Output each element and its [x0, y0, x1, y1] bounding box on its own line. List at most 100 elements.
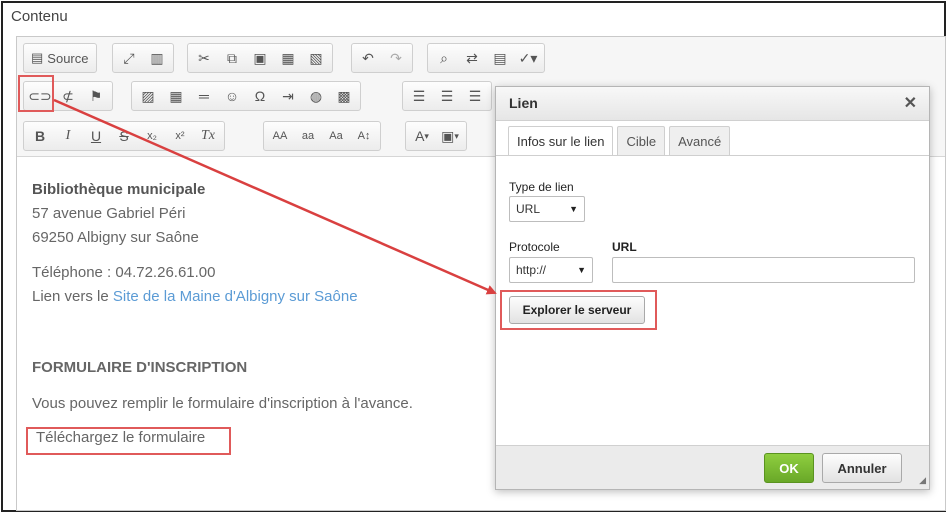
close-icon[interactable]: ✕	[904, 93, 917, 113]
strike-button[interactable]: S	[111, 124, 137, 148]
redo-button[interactable]: ↷	[383, 46, 409, 70]
protocol-label: Protocole	[509, 240, 560, 254]
align-left-button[interactable]: ☰	[406, 84, 432, 108]
align-right-button[interactable]: ☰	[462, 84, 488, 108]
paste-icon: ▣	[253, 49, 267, 66]
chevron-down-icon: ▼	[569, 204, 578, 214]
text-color-caret-icon: ▾	[424, 130, 429, 141]
spellcheck-button[interactable]: ✓▾	[515, 46, 541, 70]
page-break-button[interactable]: ⇥	[275, 84, 301, 108]
section-label: Contenu	[11, 8, 68, 25]
align-left-icon: ☰	[412, 87, 426, 104]
tab-target[interactable]: Cible	[617, 126, 666, 156]
chevron-down-icon: ▼	[577, 265, 586, 275]
paste-button[interactable]: ▣	[247, 46, 273, 70]
superscript-button[interactable]: x²	[167, 124, 193, 148]
form-heading: FORMULAIRE D'INSCRIPTION	[32, 359, 248, 376]
iframe-button[interactable]: ◍	[303, 84, 329, 108]
replace-icon: ⇄	[466, 49, 478, 66]
toolbar-group-colors: A ▾ ▣ ▾	[405, 121, 467, 151]
protocol-select[interactable]: http:// ▼	[509, 257, 593, 283]
capitalize-button[interactable]: Aa	[323, 124, 349, 148]
maximize-button[interactable]: ⤢	[116, 46, 142, 70]
editor-content[interactable]: Bibliothèque municipale 57 avenue Gabrie…	[32, 178, 413, 450]
dialog-tabs: Infos sur le lien Cible Avancé	[508, 126, 731, 156]
select-all-icon: ▤	[493, 49, 507, 66]
source-icon: ▤	[31, 50, 44, 65]
find-icon: ⌕	[440, 49, 448, 66]
tab-advanced[interactable]: Avancé	[669, 126, 731, 156]
undo-icon: ↶	[362, 49, 374, 66]
image-button[interactable]: ▨	[135, 84, 161, 108]
tab-link-info[interactable]: Infos sur le lien	[508, 126, 614, 156]
horizontal-rule-button[interactable]: ═	[191, 84, 217, 108]
undo-button[interactable]: ↶	[355, 46, 381, 70]
paste-word-icon: ▧	[309, 49, 323, 66]
toolbar-group-tools: ⤢ ▥	[112, 43, 174, 73]
bg-color-button[interactable]: ▣ ▾	[437, 124, 463, 148]
align-center-button[interactable]: ☰	[434, 84, 460, 108]
paste-text-button[interactable]: ▦	[275, 46, 301, 70]
toolbar-group-document: ▤ Source	[23, 43, 97, 73]
flash-button[interactable]: ▩	[331, 84, 357, 108]
lowercase-icon: aa	[301, 130, 315, 142]
anchor-icon: ⚑	[89, 87, 103, 104]
uppercase-button[interactable]: AA	[267, 124, 293, 148]
toolbar-group-editing: ⌕ ⇄ ▤ ✓▾	[427, 43, 545, 73]
link-line: Lien vers le Site de la Maine d'Albigny …	[32, 285, 413, 309]
cut-button[interactable]: ✂	[191, 46, 217, 70]
anchor-button[interactable]: ⚑	[83, 84, 109, 108]
italic-button[interactable]: I	[55, 124, 81, 148]
table-button[interactable]: ▦	[163, 84, 189, 108]
redo-icon: ↷	[390, 49, 402, 66]
change-case-icon: A↕	[357, 130, 371, 142]
cancel-button[interactable]: Annuler	[822, 453, 902, 483]
bold-button[interactable]: B	[27, 124, 53, 148]
lowercase-button[interactable]: aa	[295, 124, 321, 148]
text-color-button[interactable]: A ▾	[409, 124, 435, 148]
link-type-select[interactable]: URL ▼	[509, 196, 585, 222]
find-button[interactable]: ⌕	[431, 46, 457, 70]
ok-button[interactable]: OK	[764, 453, 814, 483]
select-all-button[interactable]: ▤	[487, 46, 513, 70]
bg-color-icon: ▣	[441, 127, 455, 144]
site-link[interactable]: Site de la Maine d'Albigny sur Saône	[113, 288, 358, 305]
underline-button[interactable]: U	[83, 124, 109, 148]
spellcheck-icon: ✓▾	[518, 49, 538, 66]
source-label: Source	[47, 50, 89, 66]
browse-button-highlight	[500, 290, 657, 330]
resize-grip-icon[interactable]: ◢	[919, 475, 926, 486]
smiley-button[interactable]: ☺	[219, 84, 245, 108]
form-description: Vous pouvez remplir le formulaire d'insc…	[32, 395, 413, 412]
url-input[interactable]	[612, 257, 915, 283]
source-button[interactable]: ▤ Source	[27, 46, 93, 70]
show-blocks-icon: ▥	[150, 49, 164, 66]
maximize-icon: ⤢	[123, 49, 135, 66]
bg-color-caret-icon: ▾	[454, 130, 459, 141]
change-case-button[interactable]: A↕	[351, 124, 377, 148]
url-label: URL	[612, 240, 637, 254]
replace-button[interactable]: ⇄	[459, 46, 485, 70]
phone: Téléphone : 04.72.26.61.00	[32, 264, 216, 281]
remove-format-button[interactable]: Tx	[195, 124, 221, 148]
subscript-button[interactable]: x₂	[139, 124, 165, 148]
page-break-icon: ⇥	[282, 87, 294, 104]
iframe-icon: ◍	[309, 87, 323, 104]
paste-word-button[interactable]: ▧	[303, 46, 329, 70]
table-icon: ▦	[169, 87, 183, 104]
link-prefix: Lien vers le	[32, 288, 113, 305]
copy-button[interactable]: ⧉	[219, 46, 245, 70]
horizontal-rule-icon: ═	[199, 88, 209, 104]
org-name: Bibliothèque municipale	[32, 181, 206, 198]
unlink-button[interactable]: ⊄	[55, 84, 81, 108]
cut-icon: ✂	[198, 49, 210, 66]
uppercase-icon: AA	[272, 130, 288, 142]
special-char-button[interactable]: Ω	[247, 84, 273, 108]
dialog-titlebar[interactable]: Lien ✕	[496, 87, 929, 121]
link-type-value: URL	[516, 202, 541, 216]
dialog-title: Lien	[509, 95, 538, 111]
toolbar-group-insert: ▨ ▦ ═ ☺ Ω ⇥ ◍ ▩	[131, 81, 361, 111]
link-dialog: Lien ✕ Infos sur le lien Cible Avancé Ty…	[495, 86, 930, 490]
show-blocks-button[interactable]: ▥	[144, 46, 170, 70]
italic-icon: I	[65, 128, 71, 143]
